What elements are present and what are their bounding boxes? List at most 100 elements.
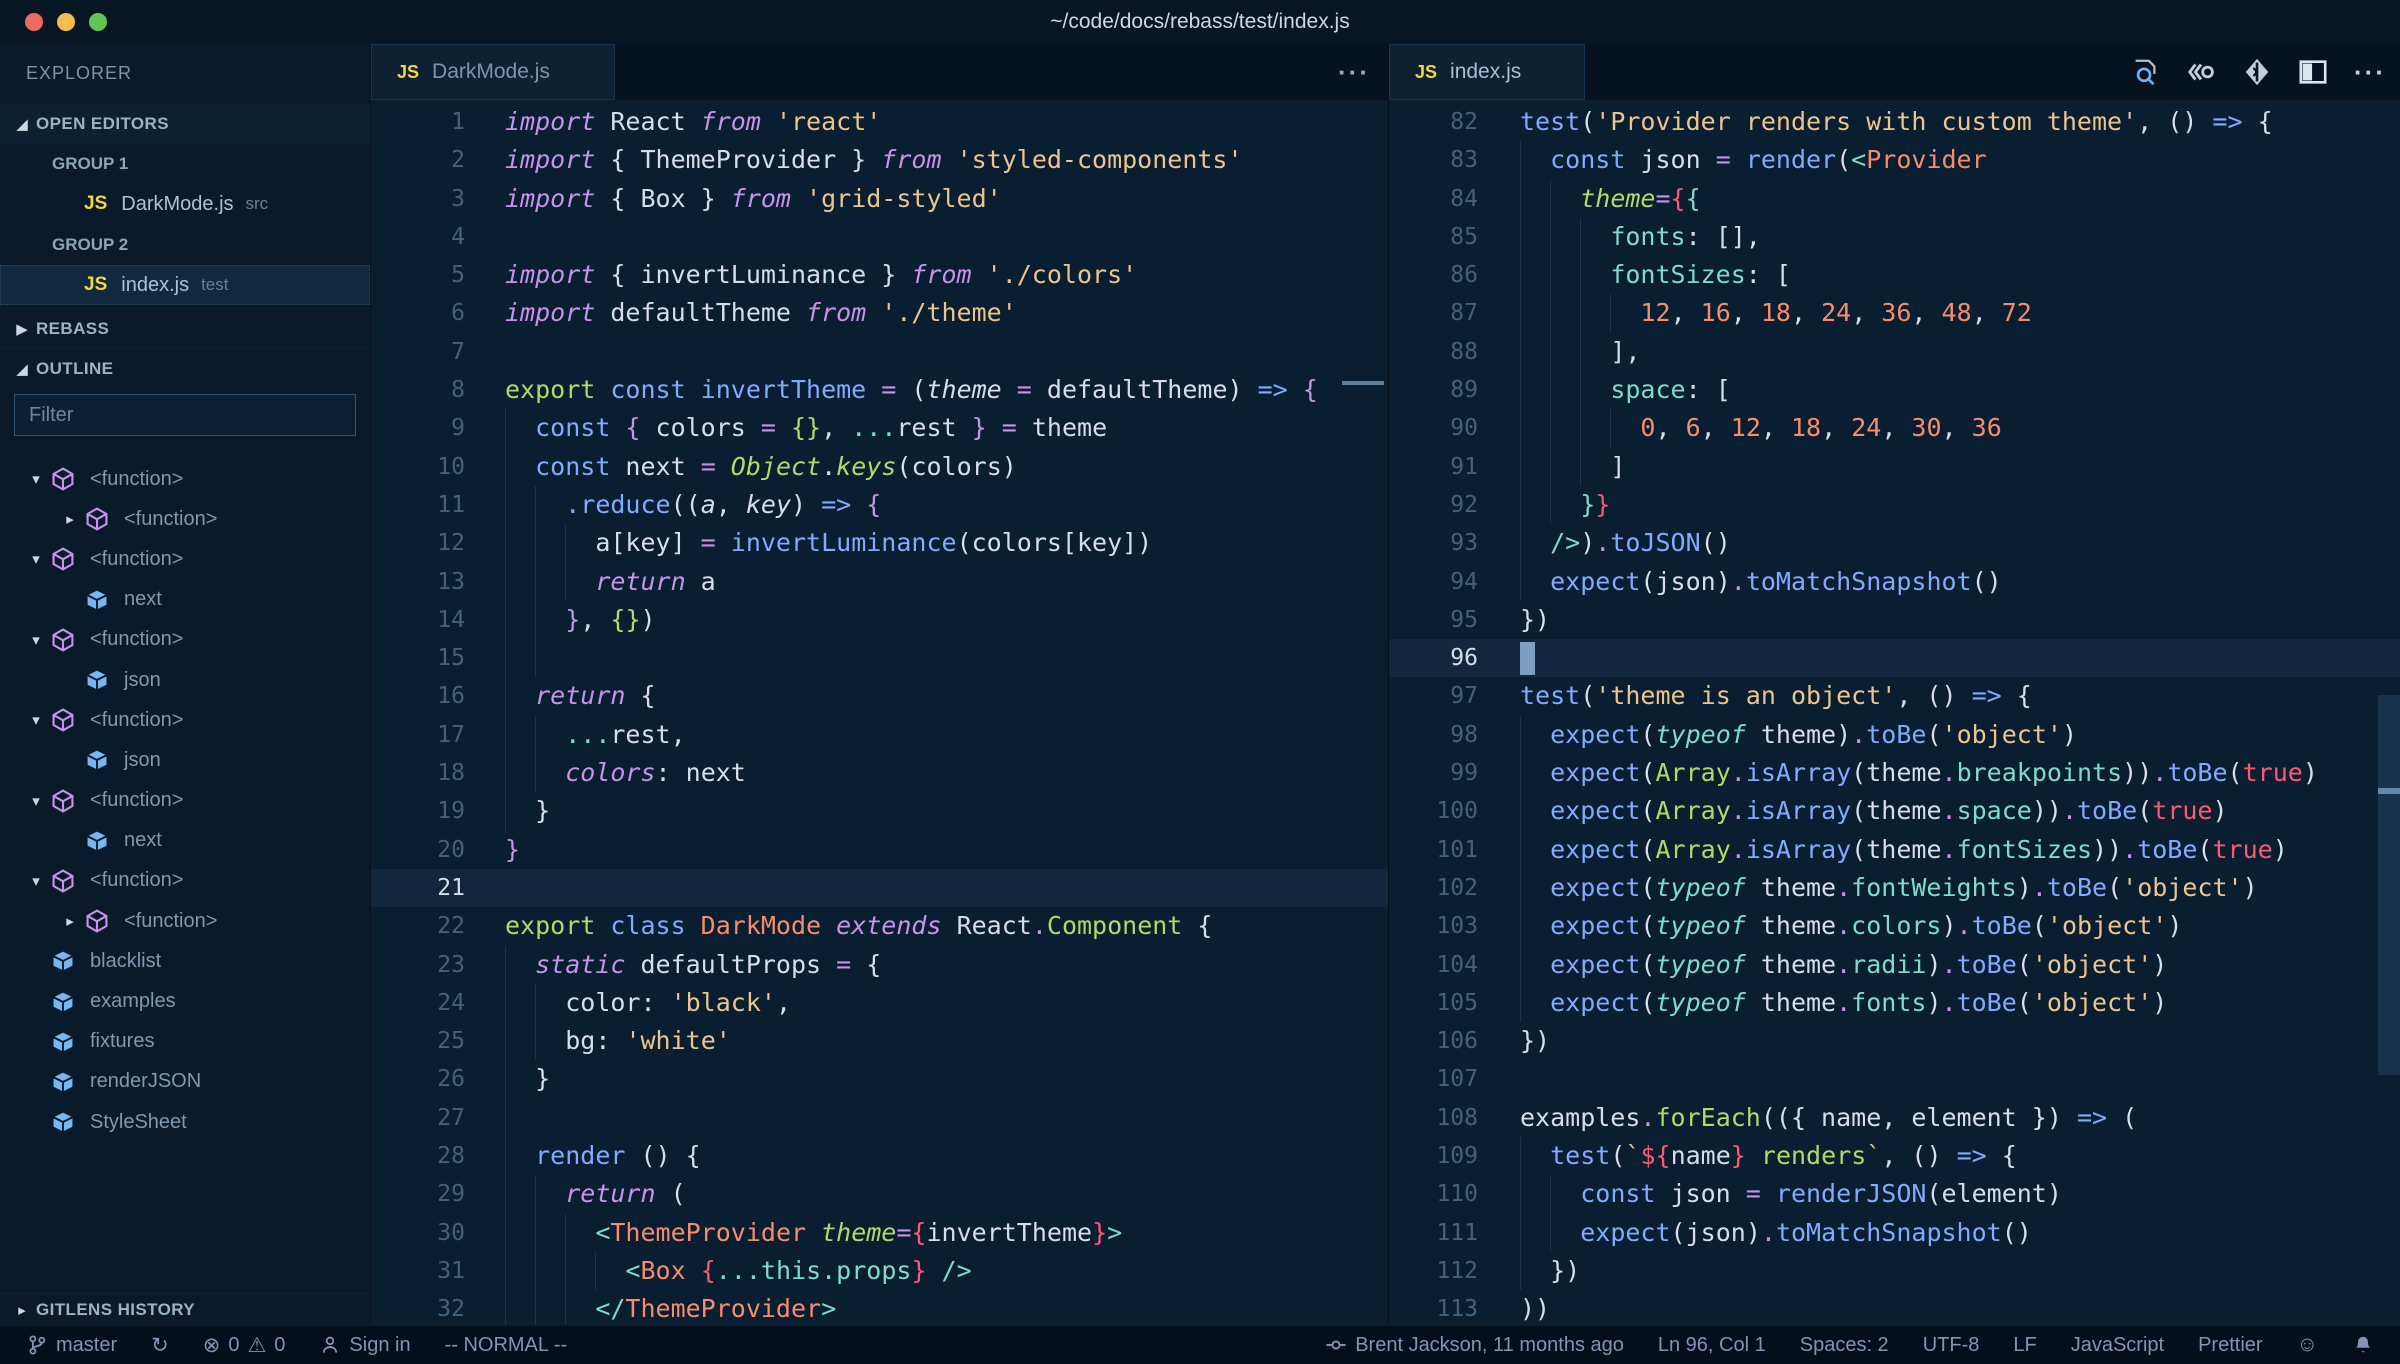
notifications-bell-icon[interactable] bbox=[2352, 1334, 2374, 1356]
outline-item-function[interactable]: ▾<function> bbox=[0, 620, 370, 660]
tab-index-js[interactable]: JS index.js bbox=[1389, 44, 1585, 100]
section-open-editors[interactable]: ◢ OPEN EDITORS bbox=[0, 104, 370, 144]
open-editor-darkmode[interactable]: JS DarkMode.js src bbox=[0, 184, 370, 224]
chevron-down-icon[interactable]: ▾ bbox=[22, 872, 50, 890]
chevron-right-icon[interactable]: ▸ bbox=[56, 912, 84, 930]
open-editor-index-selected[interactable]: JS index.js test bbox=[0, 265, 370, 305]
outline-item-fixtures[interactable]: fixtures bbox=[0, 1022, 370, 1062]
section-gitlens-history[interactable]: ▸ GITLENS HISTORY bbox=[0, 1293, 370, 1325]
chevron-down-icon[interactable]: ▾ bbox=[22, 711, 50, 729]
scrollbar[interactable] bbox=[2378, 100, 2400, 1325]
code-line[interactable]: 84 theme={{ bbox=[1389, 180, 2400, 218]
code-line[interactable]: 20} bbox=[371, 831, 1388, 869]
outline-item-function[interactable]: ▸<function> bbox=[0, 499, 370, 539]
language-mode[interactable]: JavaScript bbox=[2071, 1334, 2164, 1357]
code-line[interactable]: 11 .reduce((a, key) => { bbox=[371, 486, 1388, 524]
code-line[interactable]: 104 expect(typeof theme.radii).toBe('obj… bbox=[1389, 946, 2400, 984]
code-line[interactable]: 86 fontSizes: [ bbox=[1389, 256, 2400, 294]
more-actions-icon[interactable]: ··· bbox=[1338, 44, 1370, 100]
section-outline[interactable]: ◢ OUTLINE bbox=[0, 348, 370, 388]
outline-filter-input[interactable] bbox=[14, 394, 356, 436]
code-line[interactable]: 90 0, 6, 12, 18, 24, 30, 36 bbox=[1389, 409, 2400, 447]
code-line[interactable]: 94 expect(json).toMatchSnapshot() bbox=[1389, 563, 2400, 601]
code-line[interactable]: 105 expect(typeof theme.fonts).toBe('obj… bbox=[1389, 984, 2400, 1022]
code-line[interactable]: 111 expect(json).toMatchSnapshot() bbox=[1389, 1214, 2400, 1252]
code-line[interactable]: 96 bbox=[1389, 639, 2400, 677]
code-line[interactable]: 106}) bbox=[1389, 1022, 2400, 1060]
split-editor-icon[interactable] bbox=[2298, 57, 2328, 87]
code-line[interactable]: 98 expect(typeof theme).toBe('object') bbox=[1389, 716, 2400, 754]
code-line[interactable]: 103 expect(typeof theme.colors).toBe('ob… bbox=[1389, 907, 2400, 945]
code-line[interactable]: 108examples.forEach(({ name, element }) … bbox=[1389, 1099, 2400, 1137]
tab-darkmode-js[interactable]: JS DarkMode.js bbox=[371, 44, 615, 100]
code-line[interactable]: 6import defaultTheme from './theme' bbox=[371, 294, 1388, 332]
code-line[interactable]: 32 </ThemeProvider> bbox=[371, 1290, 1388, 1325]
compare-changes-icon[interactable] bbox=[2186, 57, 2216, 87]
code-line[interactable]: 102 expect(typeof theme.fontWeights).toB… bbox=[1389, 869, 2400, 907]
git-branch-indicator[interactable]: master bbox=[26, 1334, 117, 1357]
code-line[interactable]: 15 bbox=[371, 639, 1388, 677]
outline-item-json[interactable]: json bbox=[0, 740, 370, 780]
scrollbar-slider[interactable] bbox=[2378, 695, 2400, 1075]
code-line[interactable]: 26 } bbox=[371, 1060, 1388, 1098]
code-line[interactable]: 10 const next = Object.keys(colors) bbox=[371, 448, 1388, 486]
chevron-down-icon[interactable]: ▾ bbox=[22, 470, 50, 488]
code-line[interactable]: 29 return ( bbox=[371, 1175, 1388, 1213]
signin-button[interactable]: Sign in bbox=[319, 1334, 410, 1357]
code-line[interactable]: 91 ] bbox=[1389, 448, 2400, 486]
editor-index-js[interactable]: 82test('Provider renders with custom the… bbox=[1389, 100, 2400, 1325]
outline-item-StyleSheet[interactable]: StyleSheet bbox=[0, 1102, 370, 1142]
code-line[interactable]: 19 } bbox=[371, 792, 1388, 830]
outline-item-function[interactable]: ▾<function> bbox=[0, 539, 370, 579]
chevron-right-icon[interactable]: ▸ bbox=[56, 510, 84, 528]
code-line[interactable]: 1import React from 'react' bbox=[371, 103, 1388, 141]
code-line[interactable]: 31 <Box {...this.props} /> bbox=[371, 1252, 1388, 1290]
code-line[interactable]: 107 bbox=[1389, 1060, 2400, 1098]
code-line[interactable]: 5import { invertLuminance } from './colo… bbox=[371, 256, 1388, 294]
code-line[interactable]: 3import { Box } from 'grid-styled' bbox=[371, 180, 1388, 218]
search-in-file-icon[interactable] bbox=[2130, 57, 2160, 87]
code-line[interactable]: 89 space: [ bbox=[1389, 371, 2400, 409]
code-line[interactable]: 97test('theme is an object', () => { bbox=[1389, 677, 2400, 715]
chevron-down-icon[interactable]: ▾ bbox=[22, 792, 50, 810]
outline-item-function[interactable]: ▾<function> bbox=[0, 861, 370, 901]
code-line[interactable]: 27 bbox=[371, 1099, 1388, 1137]
gitlens-icon[interactable] bbox=[2242, 57, 2272, 87]
chevron-down-icon[interactable]: ▾ bbox=[22, 631, 50, 649]
outline-item-json[interactable]: json bbox=[0, 660, 370, 700]
code-line[interactable]: 21 bbox=[371, 869, 1388, 907]
code-line[interactable]: 23 static defaultProps = { bbox=[371, 946, 1388, 984]
code-line[interactable]: 16 return { bbox=[371, 677, 1388, 715]
code-line[interactable]: 110 const json = renderJSON(element) bbox=[1389, 1175, 2400, 1213]
outline-item-blacklist[interactable]: blacklist bbox=[0, 941, 370, 981]
code-line[interactable]: 7 bbox=[371, 333, 1388, 371]
outline-item-function[interactable]: ▾<function> bbox=[0, 459, 370, 499]
code-line[interactable]: 82test('Provider renders with custom the… bbox=[1389, 103, 2400, 141]
code-line[interactable]: 83 const json = render(<Provider bbox=[1389, 141, 2400, 179]
code-line[interactable]: 88 ], bbox=[1389, 333, 2400, 371]
outline-item-next[interactable]: next bbox=[0, 821, 370, 861]
code-line[interactable]: 8export const invertTheme = (theme = def… bbox=[371, 371, 1388, 409]
feedback-smiley-icon[interactable]: ☺ bbox=[2297, 1333, 2318, 1357]
code-line[interactable]: 17 ...rest, bbox=[371, 716, 1388, 754]
eol-setting[interactable]: LF bbox=[2013, 1334, 2036, 1357]
gitlens-blame[interactable]: Brent Jackson, 11 months ago bbox=[1325, 1334, 1624, 1357]
code-line[interactable]: 9 const { colors = {}, ...rest } = theme bbox=[371, 409, 1388, 447]
indentation-setting[interactable]: Spaces: 2 bbox=[1800, 1334, 1889, 1357]
outline-item-function[interactable]: ▾<function> bbox=[0, 781, 370, 821]
code-line[interactable]: 109 test(`${name} renders`, () => { bbox=[1389, 1137, 2400, 1175]
code-line[interactable]: 93 />).toJSON() bbox=[1389, 524, 2400, 562]
code-line[interactable]: 101 expect(Array.isArray(theme.fontSizes… bbox=[1389, 831, 2400, 869]
code-line[interactable]: 113)) bbox=[1389, 1290, 2400, 1325]
outline-item-renderJSON[interactable]: renderJSON bbox=[0, 1062, 370, 1102]
outline-item-next[interactable]: next bbox=[0, 580, 370, 620]
code-line[interactable]: 12 a[key] = invertLuminance(colors[key]) bbox=[371, 524, 1388, 562]
code-line[interactable]: 85 fonts: [], bbox=[1389, 218, 2400, 256]
formatter-indicator[interactable]: Prettier bbox=[2198, 1334, 2262, 1357]
code-line[interactable]: 87 12, 16, 18, 24, 36, 48, 72 bbox=[1389, 294, 2400, 332]
encoding-setting[interactable]: UTF-8 bbox=[1923, 1334, 1980, 1357]
code-line[interactable]: 28 render () { bbox=[371, 1137, 1388, 1175]
code-line[interactable]: 2import { ThemeProvider } from 'styled-c… bbox=[371, 141, 1388, 179]
outline-item-function[interactable]: ▾<function> bbox=[0, 700, 370, 740]
code-line[interactable]: 22export class DarkMode extends React.Co… bbox=[371, 907, 1388, 945]
